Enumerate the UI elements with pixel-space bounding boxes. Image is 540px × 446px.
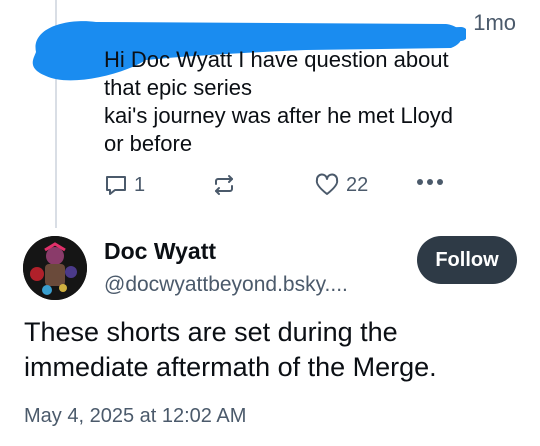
post-text: These shorts are set during the immediat…: [24, 317, 437, 382]
avatar[interactable]: [23, 236, 87, 300]
like-button[interactable]: 22: [314, 173, 368, 197]
repost-button[interactable]: [212, 173, 236, 197]
follow-button[interactable]: Follow: [417, 236, 517, 284]
author-display-name[interactable]: Doc Wyatt: [104, 238, 216, 265]
heart-icon: [314, 173, 340, 197]
post-timestamp: May 4, 2025 at 12:02 AM: [24, 405, 247, 427]
more-dots-icon: [416, 177, 444, 187]
reply-timestamp: 1mo: [473, 10, 516, 35]
repost-arrows-icon: [212, 173, 236, 197]
reply-count: 1: [134, 173, 146, 196]
author-handle[interactable]: @docwyattbeyond.bsky....: [104, 273, 348, 297]
reply-button[interactable]: 1: [104, 173, 145, 197]
speech-bubble-icon: [104, 173, 128, 197]
more-options-button[interactable]: [416, 177, 444, 187]
like-count: 22: [346, 173, 369, 196]
reply-action-bar: 1 22: [104, 173, 524, 203]
reply-text: Hi Doc Wyatt I have question about that …: [104, 47, 454, 156]
